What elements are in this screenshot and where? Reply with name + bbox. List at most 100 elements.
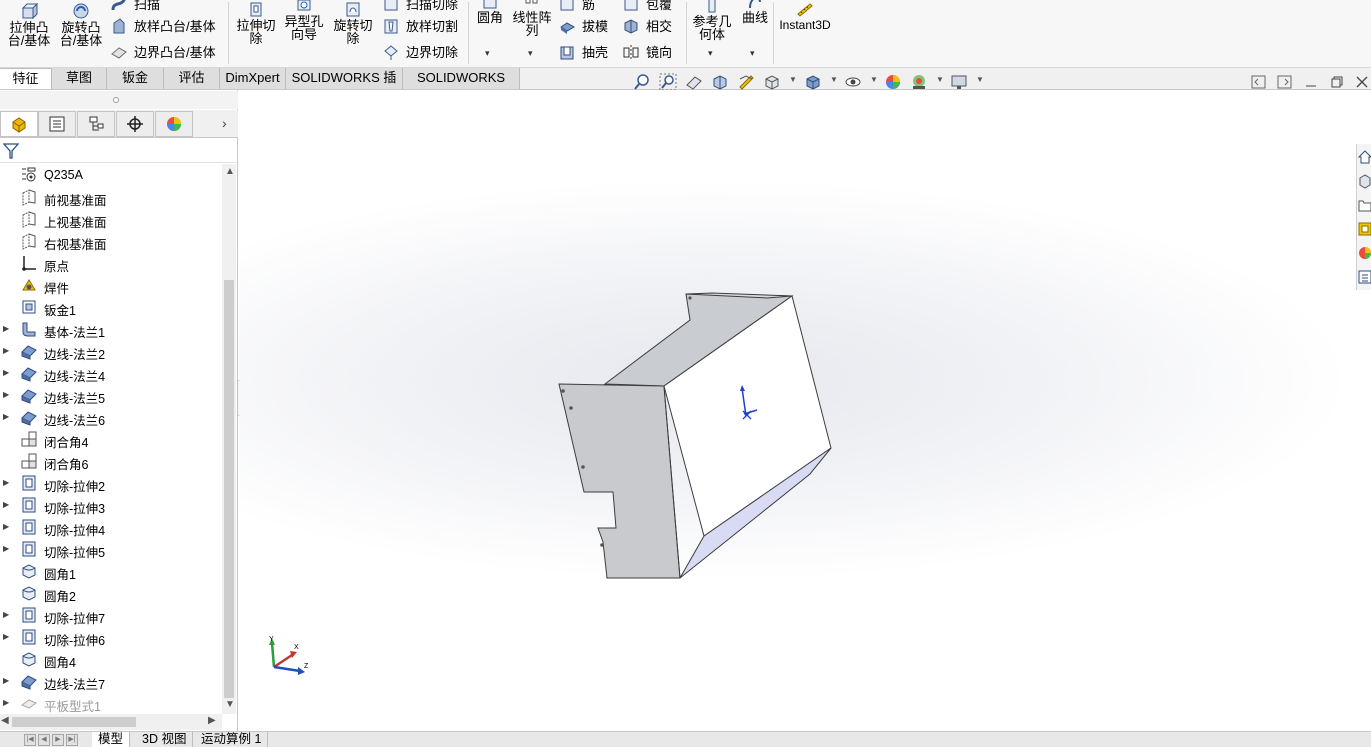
tree-item[interactable]: ▶ 切除-拉伸7	[0, 604, 222, 626]
scroll-thumb[interactable]	[224, 280, 234, 698]
previous-view-icon[interactable]	[685, 73, 703, 91]
custom-properties-icon[interactable]	[1358, 268, 1371, 286]
view-settings-icon[interactable]	[950, 73, 968, 91]
appearances-icon[interactable]	[1358, 244, 1371, 262]
wrap-button[interactable]: 包覆	[622, 0, 672, 13]
tree-item[interactable]: ▶ 边线-法兰5	[0, 384, 222, 406]
sweep-button[interactable]: 扫描	[110, 0, 160, 13]
tree-item[interactable]: 右视基准面	[0, 230, 222, 252]
linear-pattern-dropdown-arrow[interactable]: ▾	[528, 48, 533, 59]
tab-sheet-metal[interactable]: 钣金	[107, 68, 164, 89]
panel-splitter[interactable]	[0, 91, 238, 109]
revolve-cut-button[interactable]: 旋转切 除	[330, 0, 376, 45]
expand-arrow-icon[interactable]: ▶	[3, 346, 9, 355]
filter-icon[interactable]	[3, 142, 19, 160]
tab-feature-manager[interactable]	[0, 111, 38, 137]
boundary-boss-button[interactable]: 边界凸台/基体	[110, 42, 216, 61]
tree-item[interactable]: ▶ 切除-拉伸2	[0, 472, 222, 494]
tree-item[interactable]: 钣金1	[0, 296, 222, 318]
section-view-icon[interactable]	[711, 73, 729, 91]
display-style-dropdown-arrow[interactable]: ▼	[830, 75, 838, 84]
apply-scene-dropdown-arrow[interactable]: ▼	[936, 75, 944, 84]
hscroll-thumb[interactable]	[12, 717, 136, 727]
tree-item[interactable]: ▶ 切除-拉伸4	[0, 516, 222, 538]
view-palette-icon[interactable]	[1358, 220, 1371, 238]
file-explorer-icon[interactable]	[1358, 196, 1371, 214]
scroll-up-arrow[interactable]: ▲	[225, 166, 235, 177]
shell-button[interactable]: 抽壳	[558, 42, 608, 61]
tree-item[interactable]: 原点	[0, 252, 222, 274]
tree-item[interactable]: ▶ 基体-法兰1	[0, 318, 222, 340]
close-icon[interactable]	[1354, 74, 1370, 90]
expand-arrow-icon[interactable]: ▶	[3, 632, 9, 641]
tab-motion-study[interactable]: 运动算例 1	[195, 732, 269, 747]
tab-solidworks-addins[interactable]: SOLIDWORKS 插件	[286, 68, 403, 105]
first-tab-button[interactable]: |◀	[24, 734, 36, 746]
home-icon[interactable]	[1358, 148, 1371, 166]
tree-item[interactable]: 圆角2	[0, 582, 222, 604]
expand-arrow-icon[interactable]: ▶	[3, 412, 9, 421]
hide-show-dropdown-arrow[interactable]: ▼	[870, 75, 878, 84]
tab-dimxpert[interactable]: DimXpert	[220, 68, 286, 89]
loft-cut-button[interactable]: 放样切割	[382, 16, 458, 35]
tab-property-manager[interactable]	[38, 111, 76, 137]
tree-horizontal-scrollbar[interactable]: ◀ ▶	[0, 714, 222, 730]
reference-geometry-button[interactable]: 参考几 何体	[690, 0, 734, 41]
tile-left-icon[interactable]	[1251, 74, 1267, 90]
loft-boss-button[interactable]: 放样凸台/基体	[110, 16, 216, 35]
apply-scene-icon[interactable]	[910, 73, 928, 91]
minimize-icon[interactable]	[1303, 74, 1319, 90]
revolve-boss-button[interactable]: 旋转凸 台/基体	[58, 2, 104, 47]
tab-solidworks-mbd[interactable]: SOLIDWORKS MBD	[403, 68, 520, 105]
tab-evaluate[interactable]: 评估	[164, 68, 220, 89]
tab-dimxpert-manager[interactable]	[116, 111, 154, 137]
tree-item[interactable]: Q235A	[0, 164, 222, 186]
tree-item[interactable]: 圆角4	[0, 648, 222, 670]
tree-item[interactable]: 圆角1	[0, 560, 222, 582]
scroll-left-arrow[interactable]: ◀	[1, 715, 9, 726]
tile-right-icon[interactable]	[1277, 74, 1293, 90]
fillet-button[interactable]: 圆角	[471, 0, 509, 24]
hide-show-items-icon[interactable]	[844, 73, 862, 91]
hole-wizard-button[interactable]: 异型孔 向导	[281, 0, 327, 41]
view-settings-dropdown-arrow[interactable]: ▼	[976, 75, 984, 84]
instant3d-button[interactable]: Instant3D	[778, 0, 832, 32]
tree-item[interactable]: 焊件	[0, 274, 222, 296]
tree-vertical-scrollbar[interactable]: ▲ ▼	[222, 164, 236, 714]
mirror-button[interactable]: 镜向	[622, 42, 672, 61]
zoom-to-area-icon[interactable]	[659, 73, 677, 91]
tree-item[interactable]: ▶ 边线-法兰6	[0, 406, 222, 428]
curves-button[interactable]: 曲线	[738, 0, 772, 24]
tab-model[interactable]: 模型	[92, 732, 131, 747]
view-orientation-dropdown-arrow[interactable]: ▼	[789, 75, 797, 84]
tree-item[interactable]: 闭合角6	[0, 450, 222, 472]
tree-item[interactable]: ▶ 切除-拉伸3	[0, 494, 222, 516]
scroll-right-arrow[interactable]: ▶	[208, 715, 216, 726]
tree-item[interactable]: 闭合角4	[0, 428, 222, 450]
prev-tab-button[interactable]: ◀	[38, 734, 50, 746]
expand-arrow-icon[interactable]: ▶	[3, 676, 9, 685]
tab-sketch[interactable]: 草图	[52, 68, 107, 89]
tree-item[interactable]: ▶ 边线-法兰2	[0, 340, 222, 362]
rib-button[interactable]: 筋	[558, 0, 595, 13]
linear-pattern-button[interactable]: 线性阵 列	[510, 0, 554, 37]
scroll-down-arrow[interactable]: ▼	[225, 699, 235, 710]
graphics-area[interactable]: Y Z X	[239, 90, 1371, 731]
tree-filter-bar[interactable]	[0, 139, 236, 163]
curves-dropdown-arrow[interactable]: ▾	[750, 48, 755, 59]
expand-arrow-icon[interactable]: ▶	[3, 368, 9, 377]
extrude-cut-button[interactable]: 拉伸切 除	[233, 0, 279, 45]
next-tab-button[interactable]: ▶	[52, 734, 64, 746]
tree-item[interactable]: ▶ 边线-法兰7	[0, 670, 222, 692]
expand-arrow-icon[interactable]: ▶	[3, 500, 9, 509]
expand-arrow-icon[interactable]: ▶	[3, 324, 9, 333]
expand-arrow-icon[interactable]: ▶	[3, 544, 9, 553]
intersect-button[interactable]: 相交	[622, 16, 672, 35]
panel-tabs-scroll-right[interactable]: ›	[222, 115, 227, 131]
tree-item[interactable]: ▶ 切除-拉伸6	[0, 626, 222, 648]
fillet-dropdown-arrow[interactable]: ▾	[485, 48, 490, 59]
tab-3d-views[interactable]: 3D 视图	[136, 732, 194, 747]
zoom-to-fit-icon[interactable]	[633, 73, 651, 91]
expand-arrow-icon[interactable]: ▶	[3, 478, 9, 487]
tree-item[interactable]: 上视基准面	[0, 208, 222, 230]
